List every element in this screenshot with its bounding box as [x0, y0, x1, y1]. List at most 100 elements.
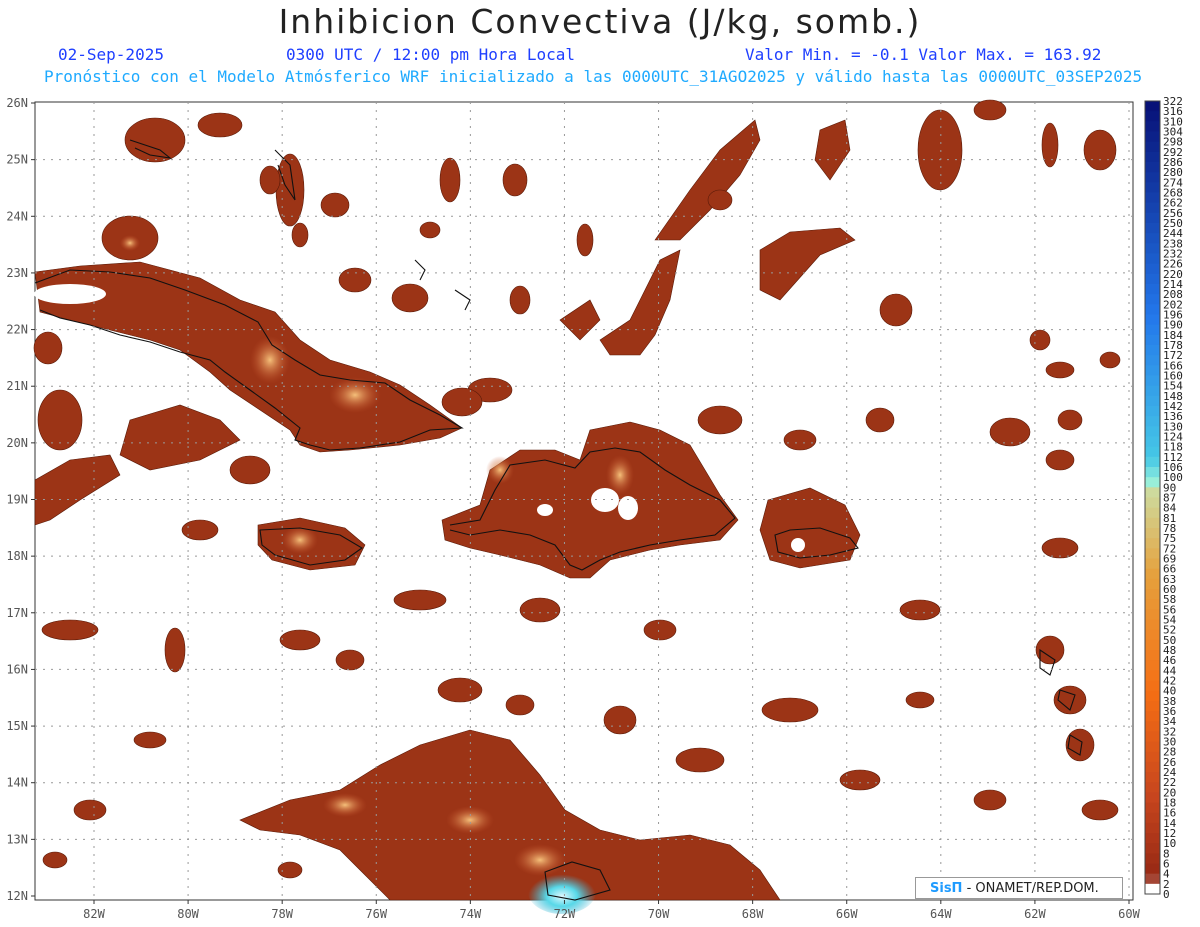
colorbar-swatch	[1145, 853, 1160, 864]
lon-label: 72W	[554, 907, 576, 921]
colorbar-swatch	[1145, 660, 1160, 671]
colorbar-swatch	[1145, 772, 1160, 783]
colorbar-swatch	[1145, 355, 1160, 366]
colorbar-swatch	[1145, 121, 1160, 132]
colorbar-swatch	[1145, 263, 1160, 275]
credit-box: SisΠ - ONAMET/REP.DOM.	[915, 877, 1123, 899]
colorbar-swatch	[1145, 741, 1160, 753]
colorbar-swatch	[1145, 589, 1160, 600]
lon-label: 70W	[648, 907, 670, 921]
colorbar-swatch	[1145, 294, 1160, 305]
lat-label: 16N	[6, 662, 28, 676]
latitude-labels: 26N 25N 24N 23N 22N 21N 20N 19N 18N 17N 16N 15N 14N 1…	[6, 96, 35, 903]
lon-label: 80W	[177, 907, 199, 921]
colorbar-swatch	[1145, 751, 1160, 763]
color-legend: 3223163103042982922862802742682622562502…	[1144, 95, 1183, 901]
colorbar-swatch	[1145, 324, 1160, 336]
colorbar-swatch	[1145, 151, 1160, 163]
colorbar-swatch	[1145, 782, 1160, 793]
colorbar-swatch	[1145, 477, 1160, 488]
lon-label: 82W	[83, 907, 105, 921]
colorbar-swatch	[1145, 334, 1160, 346]
colorbar-swatch	[1145, 446, 1160, 458]
colorbar-swatch	[1145, 538, 1160, 549]
lat-label: 26N	[6, 96, 28, 110]
lon-label: 68W	[742, 907, 764, 921]
colorbar-swatch	[1145, 619, 1160, 631]
colorbar-swatch	[1145, 761, 1160, 773]
colorbar-swatch	[1145, 284, 1160, 295]
lat-label: 25N	[6, 153, 28, 167]
colorbar-swatch	[1145, 792, 1160, 803]
colorbar-swatch	[1145, 629, 1160, 641]
lat-label: 22N	[6, 323, 28, 337]
colorbar-swatch	[1145, 273, 1160, 285]
colorbar-swatch	[1145, 416, 1160, 427]
colorbar-swatch	[1145, 670, 1160, 681]
colorbar-swatch	[1145, 385, 1160, 397]
colorbar-swatch	[1145, 456, 1160, 468]
colorbar-label: 0	[1163, 888, 1170, 901]
colorbar-swatch	[1145, 395, 1160, 407]
colorbar-swatch	[1145, 721, 1160, 732]
colorbar-swatch	[1145, 548, 1160, 559]
colorbar-swatch	[1145, 700, 1160, 712]
colorbar-swatch	[1145, 599, 1160, 610]
lon-label: 64W	[930, 907, 952, 921]
colorbar-swatch	[1145, 558, 1160, 570]
colorbar-swatch	[1145, 528, 1160, 539]
colorbar-swatch	[1145, 609, 1160, 620]
colorbar-swatch	[1145, 182, 1160, 193]
lat-label: 21N	[6, 379, 28, 393]
colorbar-swatch	[1145, 375, 1160, 387]
lon-label: 66W	[836, 907, 858, 921]
colorbar-swatch	[1145, 812, 1160, 824]
lat-label: 12N	[6, 889, 28, 903]
colorbar-swatch	[1145, 314, 1160, 326]
colorbar-swatch	[1145, 141, 1160, 153]
colorbar-swatch	[1145, 822, 1160, 834]
colorbar-swatch	[1145, 345, 1160, 356]
colorbar-swatch	[1145, 426, 1160, 437]
cin-map: 26N 25N 24N 23N 22N 21N 20N 19N 18N 17N 16N 15N 14N 1…	[6, 95, 1183, 921]
colorbar-swatch	[1145, 690, 1160, 702]
colorbar-swatch	[1145, 487, 1160, 498]
colorbar-swatch	[1145, 517, 1160, 529]
credit-text: - ONAMET/REP.DOM.	[962, 881, 1099, 896]
colorbar-swatch	[1145, 497, 1160, 509]
lon-label: 74W	[460, 907, 482, 921]
lon-label: 76W	[365, 907, 387, 921]
lat-label: 24N	[6, 209, 28, 223]
colorbar-swatch	[1145, 863, 1160, 875]
colorbar-swatch	[1145, 436, 1160, 448]
colorbar-swatch	[1145, 233, 1160, 244]
colorbar-swatch	[1145, 578, 1160, 590]
colorbar-swatch	[1145, 680, 1160, 692]
colorbar-swatch	[1145, 650, 1160, 661]
colorbar-swatch	[1145, 212, 1160, 224]
colorbar-swatch	[1145, 101, 1160, 112]
colorbar-swatch	[1145, 253, 1160, 265]
colorbar-swatch	[1145, 243, 1160, 254]
colorbar-swatch	[1145, 802, 1160, 814]
lon-label: 62W	[1024, 907, 1046, 921]
colorbar-swatch	[1145, 131, 1160, 143]
lon-label: 60W	[1118, 907, 1140, 921]
colorbar-swatch	[1145, 883, 1160, 895]
lat-label: 15N	[6, 719, 28, 733]
lat-label: 20N	[6, 436, 28, 450]
colorbar-swatch	[1145, 873, 1160, 885]
lat-label: 17N	[6, 606, 28, 620]
colorbar-swatch	[1145, 192, 1160, 204]
lat-label: 18N	[6, 549, 28, 563]
lat-label: 23N	[6, 266, 28, 280]
lat-label: 19N	[6, 493, 28, 507]
colorbar-swatch	[1145, 111, 1160, 122]
colorbar-swatch	[1145, 223, 1160, 234]
colorbar-swatch	[1145, 406, 1160, 417]
sisp-logo: SisΠ	[930, 881, 963, 896]
lat-label: 13N	[6, 832, 28, 846]
colorbar-swatch	[1145, 202, 1160, 214]
colorbar-swatch	[1145, 507, 1160, 519]
lon-label: 78W	[271, 907, 293, 921]
